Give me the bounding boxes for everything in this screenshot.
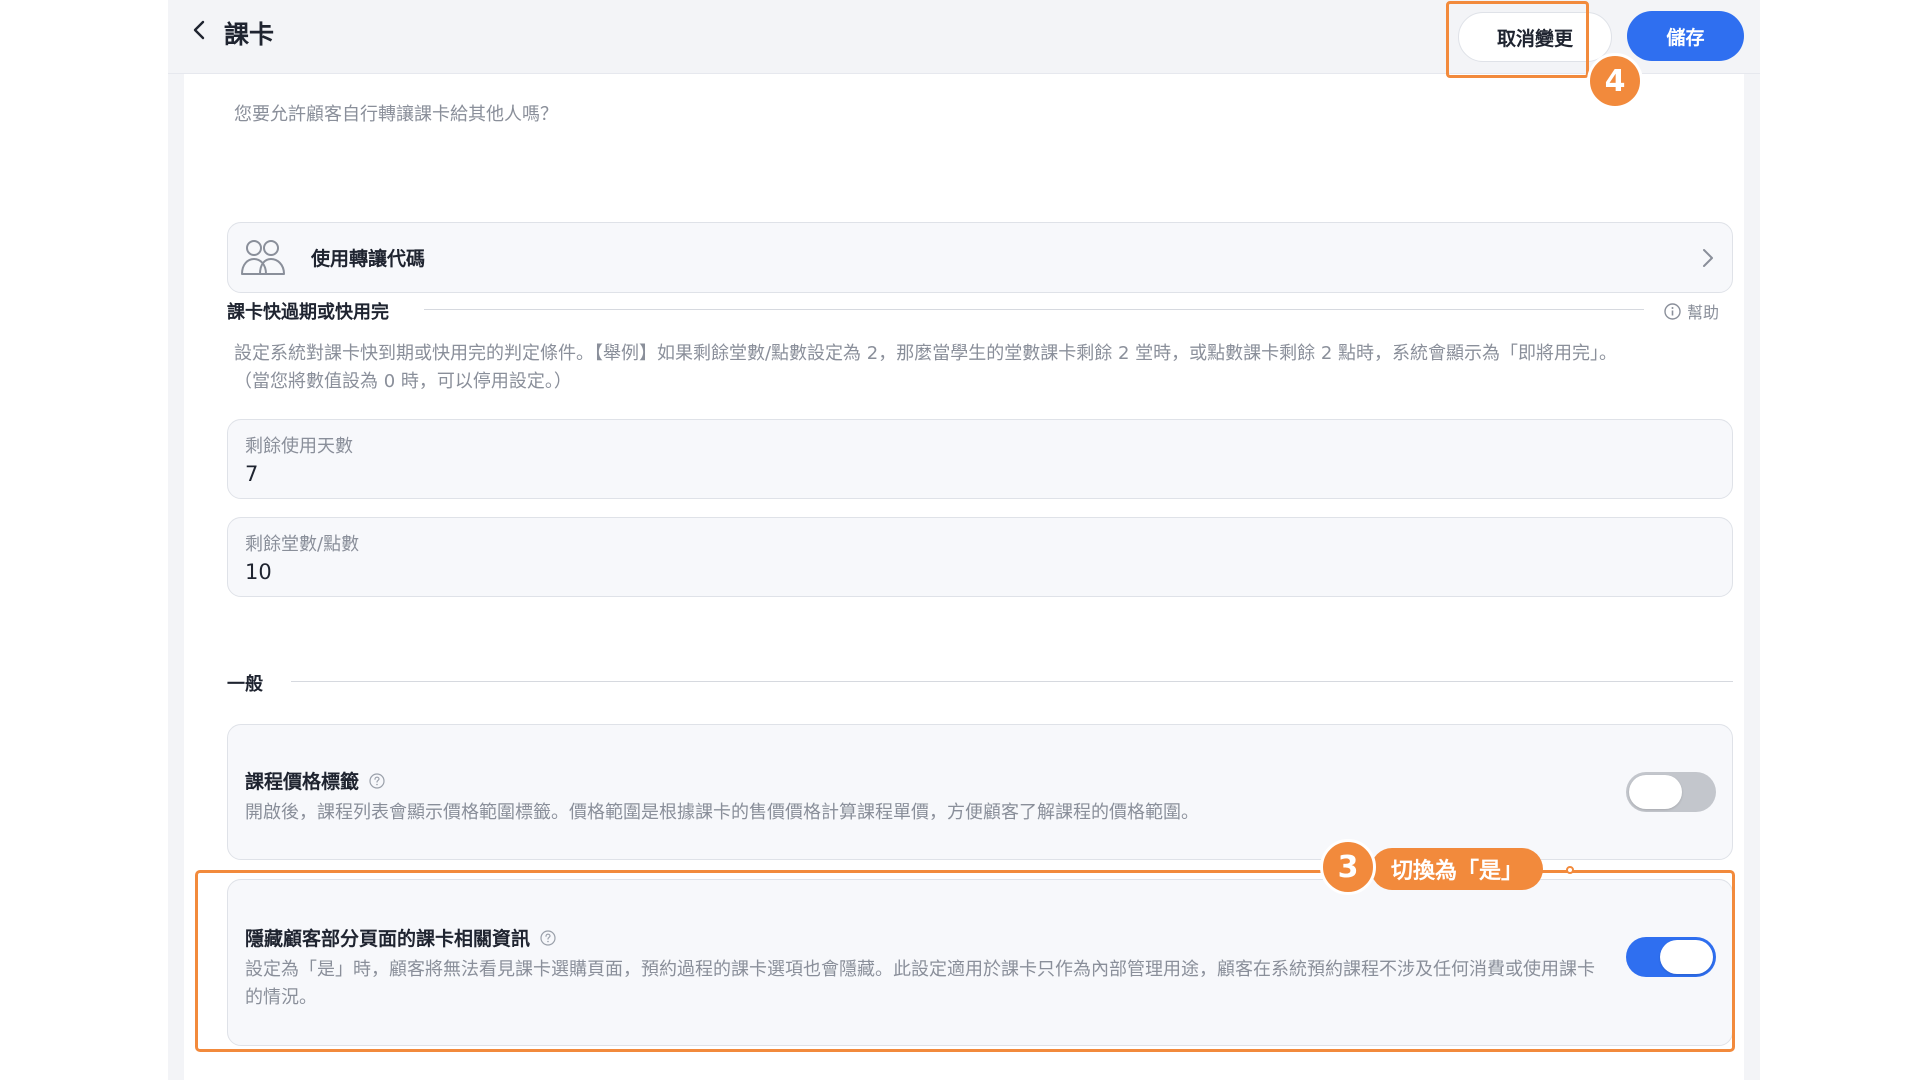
hide-card-info-setting: 隱藏顧客部分頁面的課卡相關資訊 設定為「是」時，顧客將無法看見課卡選購頁面，預約… (227, 879, 1733, 1046)
question-icon[interactable] (369, 772, 385, 789)
remaining-sessions-label: 剩餘堂數/點數 (245, 534, 360, 555)
chevron-right-icon (1703, 249, 1713, 267)
step-3-badge: 3 (1320, 839, 1376, 895)
expiry-description-line2: （當您將數值設為 0 時，可以停用設定。） (234, 371, 572, 392)
callout-pointer-dot (1566, 866, 1574, 874)
question-icon[interactable] (540, 929, 556, 946)
toggle-knob (1629, 775, 1682, 809)
help-label: 幫助 (1687, 303, 1720, 322)
expiry-description-line1: 設定系統對課卡快到期或快用完的判定條件。【舉例】如果剩餘堂數/點數設定為 2，那… (234, 343, 1618, 364)
price-tag-setting: 課程價格標籤 開啟後，課程列表會顯示價格範圍標籤。價格範圍是根據課卡的售價價格計… (227, 724, 1733, 860)
cancel-changes-button[interactable]: 取消變更 (1458, 12, 1612, 62)
hide-card-info-title-text: 隱藏顧客部分頁面的課卡相關資訊 (245, 928, 531, 950)
info-icon (1664, 302, 1681, 320)
hide-card-info-toggle[interactable] (1626, 937, 1716, 977)
page-header: 課卡 取消變更 儲存 (168, 0, 1760, 74)
page-title: 課卡 (224, 20, 275, 49)
remaining-sessions-input[interactable]: 10 (245, 560, 645, 584)
remaining-sessions-field[interactable]: 剩餘堂數/點數 10 (227, 517, 1733, 597)
step-4-badge: 4 (1587, 53, 1643, 109)
save-button[interactable]: 儲存 (1627, 11, 1744, 61)
step-3-callout: 切換為「是」 (1371, 848, 1544, 890)
remaining-days-field[interactable]: 剩餘使用天數 7 (227, 419, 1733, 499)
users-icon (241, 240, 285, 275)
price-tag-description: 開啟後，課程列表會顯示價格範圍標籤。價格範圍是根據課卡的售價價格計算課程單價，方… (245, 802, 1199, 823)
remaining-days-input[interactable]: 7 (245, 462, 645, 486)
hide-card-info-description: 設定為「是」時，顧客將無法看見課卡選購頁面，預約過程的課卡選項也會隱藏。此設定適… (245, 959, 1595, 1008)
transfer-question: 您要允許顧客自行轉讓課卡給其他人嗎？ (234, 104, 558, 125)
settings-window: 課卡 取消變更 儲存 您要允許顧客自行轉讓課卡給其他人嗎？ 使用轉讓代碼 課卡快… (168, 0, 1760, 1080)
divider (291, 681, 1733, 682)
transfer-code-option[interactable]: 使用轉讓代碼 (227, 222, 1733, 293)
remaining-days-label: 剩餘使用天數 (245, 436, 353, 457)
divider (424, 309, 1644, 310)
general-section-title: 一般 (227, 674, 263, 695)
help-link[interactable]: 幫助 (1664, 299, 1719, 323)
expiry-section-title: 課卡快過期或快用完 (227, 302, 389, 323)
toggle-knob (1660, 940, 1713, 974)
price-tag-title-text: 課程價格標籤 (245, 771, 360, 793)
hide-card-info-title: 隱藏顧客部分頁面的課卡相關資訊 (245, 924, 556, 951)
settings-card: 您要允許顧客自行轉讓課卡給其他人嗎？ 使用轉讓代碼 課卡快過期或快用完 幫助 設… (184, 74, 1744, 1080)
price-tag-toggle[interactable] (1626, 772, 1716, 812)
chevron-left-icon[interactable] (188, 18, 212, 42)
transfer-code-label: 使用轉讓代碼 (311, 248, 426, 270)
price-tag-title: 課程價格標籤 (245, 767, 385, 794)
